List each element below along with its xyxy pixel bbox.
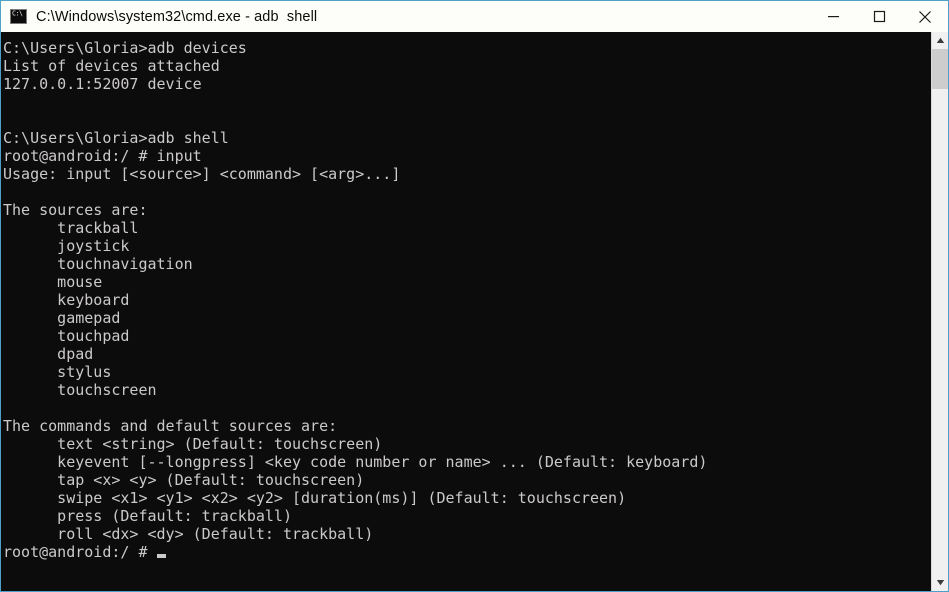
console-line: C:\Users\Gloria>adb devices [3,39,247,57]
minimize-button[interactable] [810,1,856,32]
scrollbar-track[interactable] [932,49,948,574]
cmd-icon-text: C:\ [11,10,23,18]
console-line: tap <x> <y> (Default: touchscreen) [3,471,365,489]
maximize-button[interactable] [856,1,902,32]
window-controls [810,1,948,32]
console-line: gamepad [3,309,121,327]
console-line: keyboard [3,291,130,309]
console-line: keyevent [--longpress] <key code number … [3,453,708,471]
console-line: The sources are: [3,201,148,219]
console-line: touchnavigation [3,255,193,273]
console-line: 127.0.0.1:52007 device [3,75,202,93]
console-line: dpad [3,345,94,363]
console-line: stylus [3,363,112,381]
window-title: C:\Windows\system32\cmd.exe - adb shell [36,8,318,25]
console-line: roll <dx> <dy> (Default: trackball) [3,525,374,543]
console-line: joystick [3,237,130,255]
scrollbar-thumb[interactable] [932,49,948,89]
console-line: text <string> (Default: touchscreen) [3,435,383,453]
console-line: swipe <x1> <y1> <x2> <y2> [duration(ms)]… [3,489,627,507]
console-line: touchscreen [3,381,157,399]
console-line: root@android:/ # input [3,147,202,165]
console-line: C:\Users\Gloria>adb shell [3,129,229,147]
console-line: mouse [3,273,103,291]
console-line: press (Default: trackball) [3,507,292,525]
scroll-down-button[interactable] [932,574,948,591]
text-cursor [156,554,166,558]
console-line: List of devices attached [3,57,220,75]
console-line: The commands and default sources are: [3,417,338,435]
terminal-area: C:\Users\Gloria>adb devices List of devic… [1,32,948,591]
title-bar[interactable]: C:\ C:\Windows\system32\cmd.exe - adb sh… [1,1,948,32]
shell-prompt: root@android:/ # [3,543,157,561]
console-prompt-line: root@android:/ # [3,543,931,561]
cmd-window: C:\ C:\Windows\system32\cmd.exe - adb sh… [0,0,949,592]
vertical-scrollbar[interactable] [931,32,948,591]
console-output[interactable]: C:\Users\Gloria>adb devices List of devic… [1,32,931,591]
console-line: Usage: input [<source>] <command> [<arg>… [3,165,401,183]
console-line: touchpad [3,327,130,345]
console-line: trackball [3,219,139,237]
close-button[interactable] [902,1,948,32]
cmd-exe-icon: C:\ [10,9,27,24]
scroll-up-button[interactable] [932,32,948,49]
